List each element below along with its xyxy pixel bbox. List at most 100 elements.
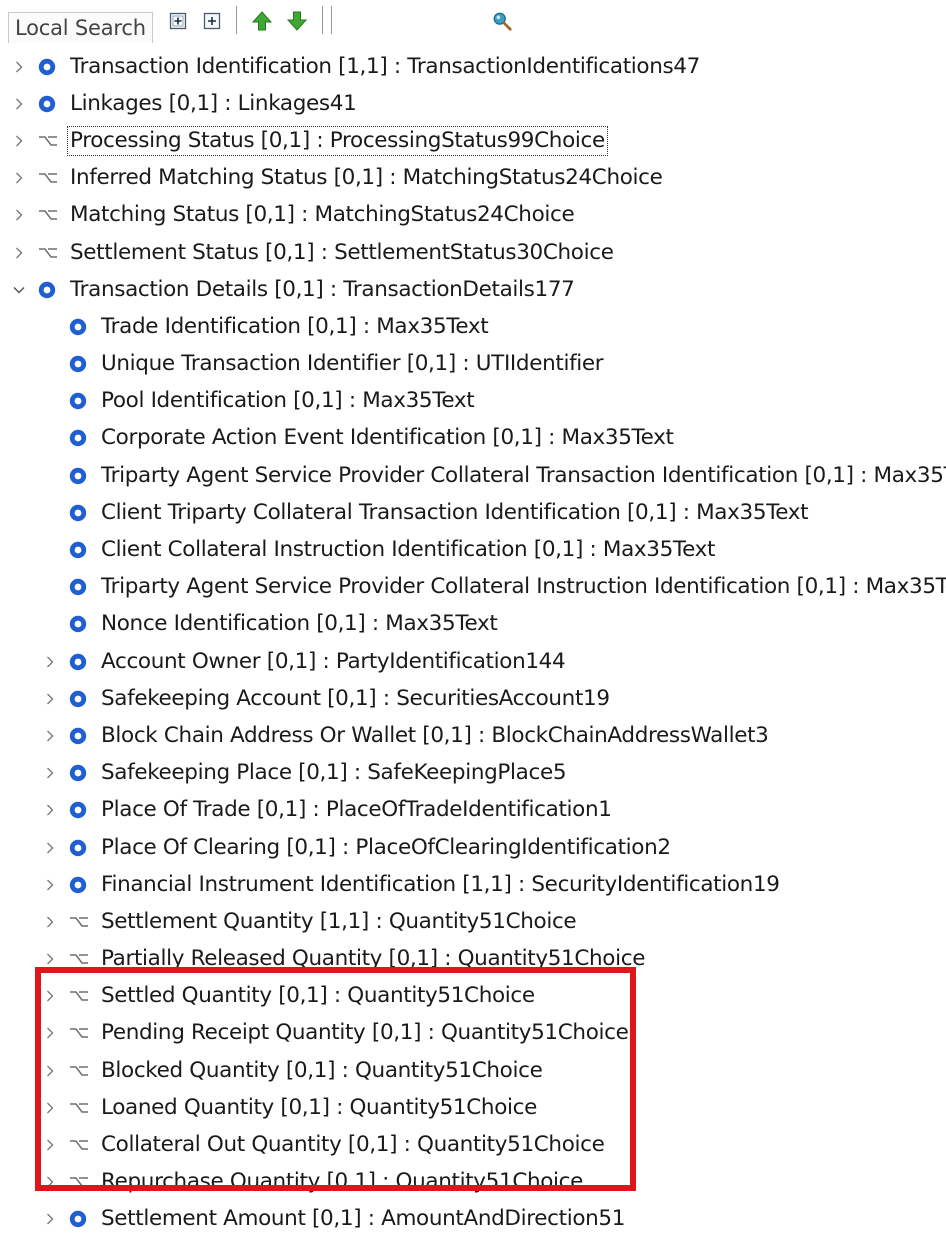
chevron-right-icon[interactable] xyxy=(12,97,26,111)
tree-row-label: Collateral Out Quantity [0,1] : Quantity… xyxy=(101,1132,605,1158)
tree-row[interactable]: Settled Quantity [0,1] : Quantity51Choic… xyxy=(0,978,946,1015)
tree-row[interactable]: Nonce Identification [0,1] : Max35Text xyxy=(0,606,946,643)
element-icon xyxy=(37,280,57,300)
chevron-right-icon[interactable] xyxy=(43,803,57,817)
expand-all-icon[interactable] xyxy=(167,10,189,32)
tree-row[interactable]: Blocked Quantity [0,1] : Quantity51Choic… xyxy=(0,1052,946,1089)
tree-row[interactable]: Place Of Trade [0,1] : PlaceOfTradeIdent… xyxy=(0,792,946,829)
choice-icon xyxy=(68,912,90,932)
chevron-right-icon[interactable] xyxy=(43,655,57,669)
tree-row-label: Triparty Agent Service Provider Collater… xyxy=(101,574,946,600)
tree-row-label: Corporate Action Event Identification [0… xyxy=(101,425,674,451)
move-down-icon[interactable] xyxy=(286,10,308,32)
choice-icon xyxy=(68,986,90,1006)
chevron-right-icon[interactable] xyxy=(43,915,57,929)
tree-row[interactable]: Inferred Matching Status [0,1] : Matchin… xyxy=(0,160,946,197)
element-icon xyxy=(68,614,88,634)
local-search-tab[interactable]: Local Search xyxy=(8,12,153,43)
tree-row[interactable]: Settlement Status [0,1] : SettlementStat… xyxy=(0,234,946,271)
element-icon xyxy=(68,354,88,374)
chevron-right-icon[interactable] xyxy=(43,952,57,966)
tree-row-label: Settlement Quantity [1,1] : Quantity51Ch… xyxy=(101,908,577,934)
element-icon xyxy=(68,800,88,820)
tree-row[interactable]: Financial Instrument Identification [1,1… xyxy=(0,866,946,903)
chevron-right-icon[interactable] xyxy=(12,134,26,148)
tree-row[interactable]: Repurchase Quantity [0,1] : Quantity51Ch… xyxy=(0,1164,946,1201)
chevron-right-icon[interactable] xyxy=(43,692,57,706)
toolbar: Local Search xyxy=(0,0,946,44)
tree-row-label: Client Triparty Collateral Transaction I… xyxy=(101,499,809,525)
tree-row[interactable]: Block Chain Address Or Wallet [0,1] : Bl… xyxy=(0,717,946,754)
tree-row[interactable]: Matching Status [0,1] : MatchingStatus24… xyxy=(0,197,946,234)
tree-row[interactable]: Corporate Action Event Identification [0… xyxy=(0,420,946,457)
tree-row-label: Trade Identification [0,1] : Max35Text xyxy=(101,313,489,339)
tree-row[interactable]: Transaction Details [0,1] : TransactionD… xyxy=(0,271,946,308)
chevron-right-icon[interactable] xyxy=(43,1064,57,1078)
move-up-icon[interactable] xyxy=(251,10,273,32)
chevron-right-icon[interactable] xyxy=(43,729,57,743)
element-icon xyxy=(68,428,88,448)
element-icon xyxy=(68,466,88,486)
chevron-right-icon[interactable] xyxy=(12,246,26,260)
chevron-right-icon[interactable] xyxy=(43,1138,57,1152)
tree-row-label: Client Collateral Instruction Identifica… xyxy=(101,537,716,563)
chevron-down-icon[interactable] xyxy=(12,283,26,297)
tree-row[interactable]: Loaned Quantity [0,1] : Quantity51Choice xyxy=(0,1089,946,1126)
tree-row[interactable]: Processing Status [0,1] : ProcessingStat… xyxy=(0,122,946,159)
search-icon[interactable] xyxy=(491,10,513,32)
chevron-right-icon[interactable] xyxy=(43,1026,57,1040)
tree-row[interactable]: Triparty Agent Service Provider Collater… xyxy=(0,457,946,494)
tree-row[interactable]: Transaction Identification [1,1] : Trans… xyxy=(0,48,946,85)
element-icon xyxy=(68,652,88,672)
chevron-right-icon[interactable] xyxy=(43,878,57,892)
tree-row[interactable]: Safekeeping Account [0,1] : SecuritiesAc… xyxy=(0,680,946,717)
tree-row[interactable]: Triparty Agent Service Provider Collater… xyxy=(0,569,946,606)
toolbar-divider xyxy=(331,6,332,34)
choice-icon xyxy=(68,1172,90,1192)
element-icon xyxy=(68,317,88,337)
chevron-right-icon[interactable] xyxy=(12,171,26,185)
element-icon xyxy=(37,57,57,77)
tree-row[interactable]: Settlement Amount [0,1] : AmountAndDirec… xyxy=(0,1201,946,1238)
chevron-right-icon[interactable] xyxy=(43,766,57,780)
tree-row-label: Loaned Quantity [0,1] : Quantity51Choice xyxy=(101,1094,537,1120)
tree-row-label: Place Of Trade [0,1] : PlaceOfTradeIdent… xyxy=(101,797,612,823)
tree-row[interactable]: Account Owner [0,1] : PartyIdentificatio… xyxy=(0,643,946,680)
chevron-right-icon[interactable] xyxy=(43,989,57,1003)
tree-row[interactable]: Pool Identification [0,1] : Max35Text xyxy=(0,383,946,420)
collapse-icon[interactable] xyxy=(201,10,223,32)
chevron-right-icon[interactable] xyxy=(12,60,26,74)
tree-row[interactable]: Linkages [0,1] : Linkages41 xyxy=(0,85,946,122)
tree-row[interactable]: Safekeeping Place [0,1] : SafeKeepingPla… xyxy=(0,755,946,792)
choice-icon xyxy=(37,168,59,188)
tree-row-label: Safekeeping Place [0,1] : SafeKeepingPla… xyxy=(101,760,567,786)
element-icon xyxy=(68,540,88,560)
choice-icon xyxy=(68,949,90,969)
element-icon xyxy=(68,875,88,895)
tree-row-label: Repurchase Quantity [0,1] : Quantity51Ch… xyxy=(101,1169,584,1195)
tree-row-label: Matching Status [0,1] : MatchingStatus24… xyxy=(70,202,575,228)
tree-row[interactable]: Client Triparty Collateral Transaction I… xyxy=(0,494,946,531)
tree-row[interactable]: Settlement Quantity [1,1] : Quantity51Ch… xyxy=(0,903,946,940)
chevron-right-icon[interactable] xyxy=(43,1101,57,1115)
choice-icon xyxy=(68,1023,90,1043)
tree-row[interactable]: Partially Released Quantity [0,1] : Quan… xyxy=(0,941,946,978)
tree-row[interactable]: Client Collateral Instruction Identifica… xyxy=(0,531,946,568)
tree-row[interactable]: Unique Transaction Identifier [0,1] : UT… xyxy=(0,346,946,383)
chevron-right-icon[interactable] xyxy=(12,208,26,222)
chevron-right-icon[interactable] xyxy=(43,841,57,855)
tree-row-label: Transaction Identification [1,1] : Trans… xyxy=(70,53,700,79)
tree-row-label: Transaction Details [0,1] : TransactionD… xyxy=(70,276,575,302)
tree-row-label: Processing Status [0,1] : ProcessingStat… xyxy=(67,125,608,156)
tree-row[interactable]: Pending Receipt Quantity [0,1] : Quantit… xyxy=(0,1015,946,1052)
chevron-right-icon[interactable] xyxy=(43,1212,57,1226)
tree-row[interactable]: Trade Identification [0,1] : Max35Text xyxy=(0,308,946,345)
chevron-right-icon[interactable] xyxy=(43,1175,57,1189)
choice-icon xyxy=(37,131,59,151)
element-icon xyxy=(68,1209,88,1229)
tree-row-label: Unique Transaction Identifier [0,1] : UT… xyxy=(101,351,604,377)
tree-row-label: Settled Quantity [0,1] : Quantity51Choic… xyxy=(101,983,535,1009)
tree-row-label: Pool Identification [0,1] : Max35Text xyxy=(101,388,475,414)
tree-row[interactable]: Place Of Clearing [0,1] : PlaceOfClearin… xyxy=(0,829,946,866)
tree-row[interactable]: Collateral Out Quantity [0,1] : Quantity… xyxy=(0,1126,946,1163)
